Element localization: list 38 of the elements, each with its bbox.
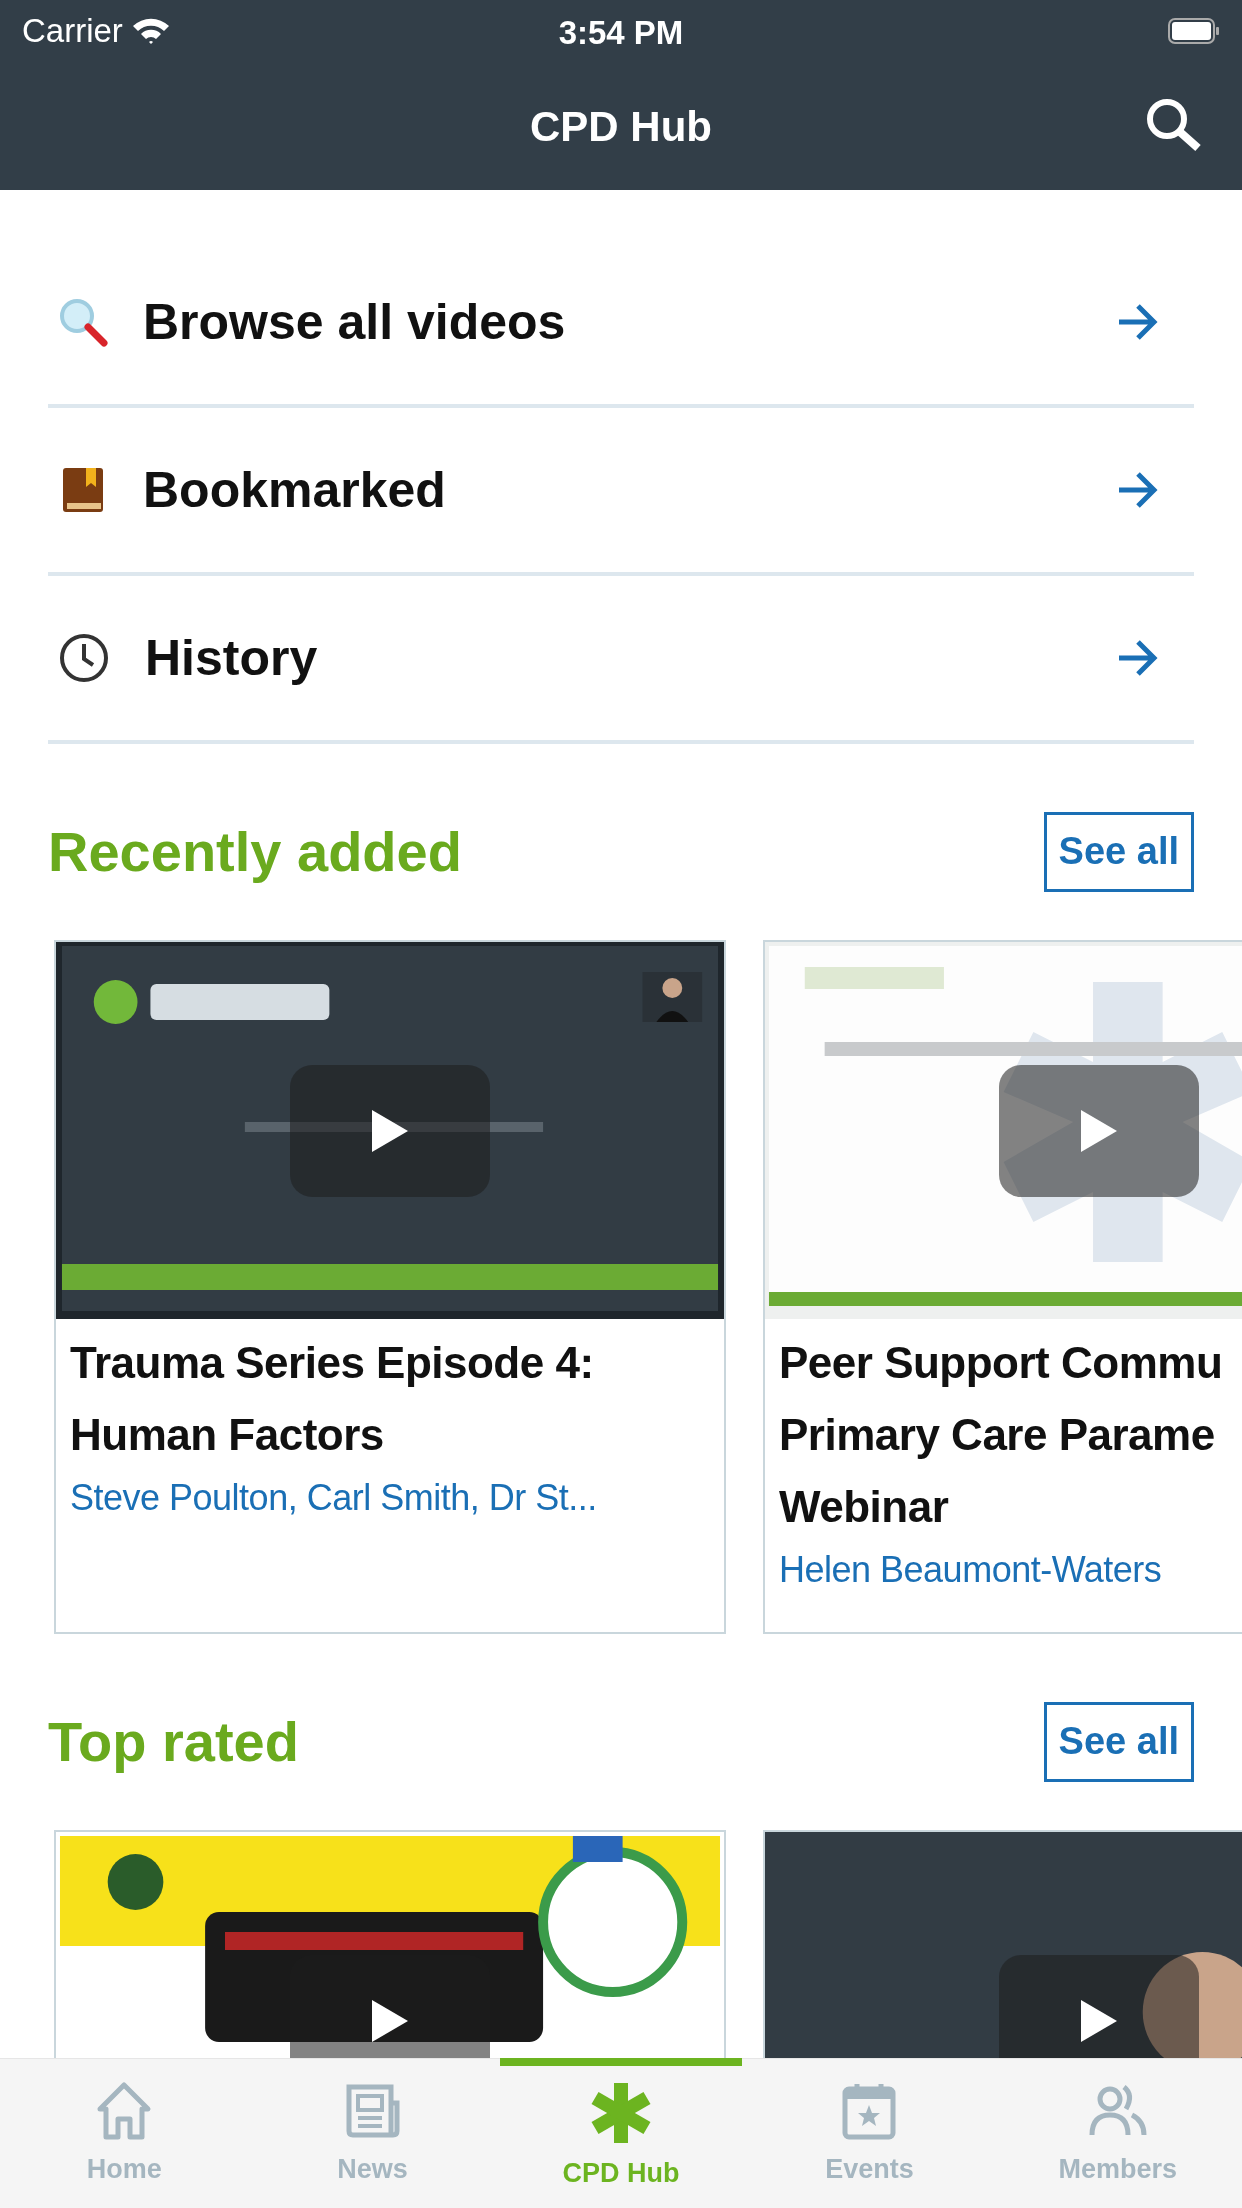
arrow-icon [1116,638,1160,678]
menu-row[interactable]: Browse all videos [48,240,1194,408]
section-title: Recently added [48,819,462,885]
battery-icon [1168,18,1220,44]
menu-label: Browse all videos [143,292,567,352]
menu-label: Bookmarked [143,460,447,520]
asterisk-icon [589,2081,653,2145]
tab-label: Events [825,2153,914,2186]
video-authors: Steve Poulton, Carl Smith, Dr St... [69,1476,598,1520]
tab-label: Home [86,2153,162,2186]
see-all-button[interactable]: See all [1043,812,1194,892]
section-title: Top rated [48,1709,299,1775]
arrow-icon [1116,470,1160,510]
play-button[interactable] [999,1954,1199,2058]
play-icon [370,1107,410,1154]
video-title: Trauma Series Episode 4: Human Factors [69,1337,595,1461]
magnifier-icon [58,297,108,347]
video-authors: Helen Beaumont-Waters [778,1548,1163,1592]
video-card[interactable]: Peer Support Commu Primary Care Parame Webinar Helen Beaumont-Waters [763,940,1242,1634]
play-icon [1079,1107,1119,1154]
play-icon [370,1997,410,2044]
play-button[interactable] [290,1064,490,1197]
see-all-button[interactable]: See all [1043,1702,1194,1782]
carrier-label: Carrier [22,11,123,52]
menu-row[interactable]: History [48,576,1194,744]
clock-icon [58,632,110,684]
video-card[interactable]: Trauma Series Episode 4: Human Factors Steve Poulton, Carl Smith, Dr St... [54,940,726,1634]
menu-label: History [145,628,319,688]
video-title: Peer Support Commu Primary Care Parame Webinar [778,1337,1224,1533]
clock-time: 3:54 PM [558,13,684,53]
menu-row[interactable]: Bookmarked [48,408,1194,576]
tab-label: CPD Hub [562,2157,680,2190]
screen-title: CPD Hub [530,101,712,152]
tab-label: Members [1058,2153,1178,2186]
search-button[interactable] [1144,96,1202,154]
tab-label: News [337,2153,408,2186]
play-icon [1079,1997,1119,2044]
arrow-icon [1116,302,1160,342]
